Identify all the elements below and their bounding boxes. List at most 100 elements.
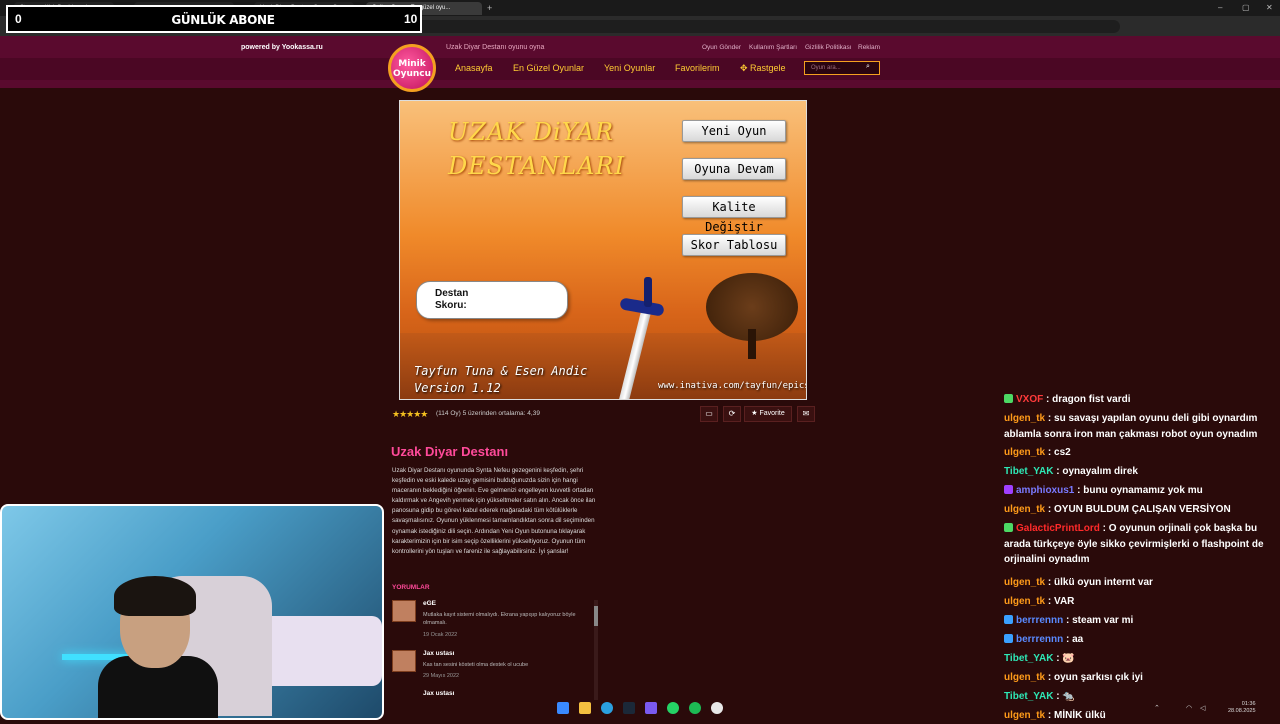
clock-time: 01:36 (1241, 701, 1256, 707)
comments-title: YORUMLAR (392, 584, 430, 591)
nav-new-games[interactable]: Yeni Oyunlar (604, 63, 655, 73)
favorite-button[interactable]: ★ Favorite (744, 406, 792, 422)
chat-text: : cs2 (1045, 447, 1071, 458)
comment-author: Jax ustası (423, 690, 455, 697)
top-link-ads[interactable]: Reklam (858, 44, 880, 51)
maximize-icon[interactable]: ▢ (1242, 3, 1250, 12)
top-link-terms[interactable]: Kullanım Şartları (749, 44, 797, 51)
streamer-hair-graphic (114, 576, 196, 616)
system-clock[interactable]: 01:36 28.08.2025 (1228, 701, 1256, 715)
chat-username[interactable]: Tibet_YAK (1004, 466, 1053, 477)
comment-text: Kas tan sesini kösteti olma destek ol uc… (423, 662, 529, 668)
new-game-button[interactable]: Yeni Oyun (682, 120, 786, 142)
refresh-icon[interactable]: ⟳ (723, 406, 741, 422)
game-description-title: Uzak Diyar Destanı (391, 444, 509, 459)
chat-message: ulgen_tk : ülkü oyun internt var (1004, 575, 1274, 591)
game-canvas[interactable]: UZAK DiYAR DESTANLARI Yeni Oyun Oyuna De… (399, 100, 807, 400)
powered-by[interactable]: powered by Yookassa.ru (241, 44, 323, 51)
chat-badge-icon (1004, 634, 1013, 643)
scoreboard-button[interactable]: Skor Tablosu (682, 234, 786, 256)
windows-start-icon[interactable] (557, 702, 569, 714)
site-logo[interactable]: Minik Oyuncu (388, 44, 436, 92)
comment-text: Mutlaka kayıt sistemi olmalıydı. Ekrana … (423, 612, 576, 626)
chat-message: berrrennn : aa (1004, 632, 1274, 648)
spotify-icon[interactable] (689, 702, 701, 714)
chat-text: : bunu oynamamız yok mu (1074, 485, 1203, 496)
chat-username[interactable]: ulgen_tk (1004, 596, 1045, 607)
nav-favorites[interactable]: Favorilerim (675, 63, 720, 73)
chat-text: : dragon fist vardi (1043, 394, 1131, 405)
chat-message: berrrennn : steam var mi (1004, 613, 1274, 629)
chat-username[interactable]: ulgen_tk (1004, 504, 1045, 515)
chat-text: : OYUN BULDUM ÇALIŞAN VERSİYON (1045, 504, 1231, 515)
nav-best-games[interactable]: En Güzel Oyunlar (513, 63, 584, 73)
chat-username[interactable]: ulgen_tk (1004, 413, 1045, 424)
chat-message: Tibet_YAK : 🐷 (1004, 651, 1274, 667)
chat-message: Tibet_YAK : oynayalım direk (1004, 464, 1274, 480)
chat-username[interactable]: berrrennn (1016, 634, 1063, 645)
quality-button[interactable]: Kalite Değiştir (682, 196, 786, 234)
chat-text: : aa (1063, 634, 1084, 645)
chat-badge-icon (1004, 485, 1013, 494)
chat-badge-icon (1004, 615, 1013, 624)
game-title-line1: UZAK DiYAR (448, 118, 615, 146)
tree-trunk-graphic (748, 329, 756, 359)
chat-username[interactable]: GalacticPrintLord (1016, 523, 1100, 534)
overlay-left-count: 0 (15, 12, 22, 26)
chat-message: VXOF : dragon fist vardi (1004, 392, 1274, 408)
window-controls: – ▢ ✕ (1210, 0, 1280, 16)
chat-username[interactable]: VXOF (1016, 394, 1043, 405)
whatsapp-icon[interactable] (667, 702, 679, 714)
chat-username[interactable]: amphioxus1 (1016, 485, 1074, 496)
edge-browser-icon[interactable] (601, 702, 613, 714)
chat-text: : oynayalım direk (1053, 466, 1138, 477)
rating-stars[interactable]: ★★★★★ (392, 409, 428, 420)
nav-home[interactable]: Anasayfa (455, 63, 493, 73)
comment-item: Jax ustası Kas tan sesini kösteti olma d… (392, 650, 592, 684)
webcam-feed (0, 504, 384, 720)
nav-random[interactable]: ✥ Rastgele (740, 63, 786, 74)
chat-badge-icon (1004, 394, 1013, 403)
wifi-icon[interactable]: ◠ (1186, 704, 1192, 712)
chat-username[interactable]: berrrennn (1016, 615, 1063, 626)
chat-username[interactable]: ulgen_tk (1004, 577, 1045, 588)
tray-chevron-icon[interactable]: ⌃ (1154, 704, 1160, 712)
new-tab-icon[interactable]: + (487, 3, 492, 13)
comment-author: eGE (423, 600, 437, 607)
score-box: Destan Skoru: (416, 281, 568, 319)
comment-date: 29 Mayıs 2022 (423, 673, 460, 679)
chat-message: ulgen_tk : su savaşı yapılan oyunu deli … (1004, 411, 1274, 442)
chat-message: amphioxus1 : bunu oynamamız yok mu (1004, 483, 1274, 499)
discord-icon[interactable] (645, 702, 657, 714)
steam-icon[interactable] (623, 702, 635, 714)
chat-username[interactable]: ulgen_tk (1004, 672, 1045, 683)
minimize-icon[interactable]: – (1218, 3, 1222, 12)
chat-badge-icon (1004, 523, 1013, 532)
game-description: Uzak Diyar Destanı oyununda Synta Nefeu … (392, 467, 596, 555)
fullscreen-icon[interactable]: ▭ (700, 406, 718, 422)
comment-icon[interactable]: ✉ (797, 406, 815, 422)
continue-button[interactable]: Oyuna Devam (682, 158, 786, 180)
file-explorer-icon[interactable] (579, 702, 591, 714)
close-icon[interactable]: ✕ (1266, 3, 1273, 12)
game-site-url: www.inativa.com/tayfun/epics (658, 381, 807, 391)
volume-icon[interactable]: ◁ (1200, 704, 1205, 712)
avatar (392, 600, 416, 622)
chat-username[interactable]: Tibet_YAK (1004, 653, 1053, 664)
logo-text-line1: Minik (398, 59, 426, 69)
chat-message: GalacticPrintLord : O oyunun orjinali ço… (1004, 521, 1274, 568)
chat-username[interactable]: ulgen_tk (1004, 447, 1045, 458)
search-icon[interactable]: ⌕ (866, 63, 870, 71)
obs-icon[interactable] (711, 702, 723, 714)
avatar (392, 650, 416, 672)
comments-scroll-thumb[interactable] (594, 606, 598, 626)
comment-author: Jax ustası (423, 650, 455, 657)
top-link-privacy[interactable]: Gizlilik Politikası (805, 44, 852, 51)
chat-text: : VAR (1045, 596, 1075, 607)
sword-hilt-graphic (644, 277, 652, 307)
top-link-submit[interactable]: Oyun Gönder (702, 44, 741, 51)
overlay-title: GÜNLÜK ABONE (171, 13, 275, 27)
logo-text-line2: Oyuncu (392, 69, 432, 79)
page-slogan: Uzak Diyar Destanı oyunu oyna (446, 44, 545, 51)
chat-message: ulgen_tk : cs2 (1004, 445, 1274, 461)
